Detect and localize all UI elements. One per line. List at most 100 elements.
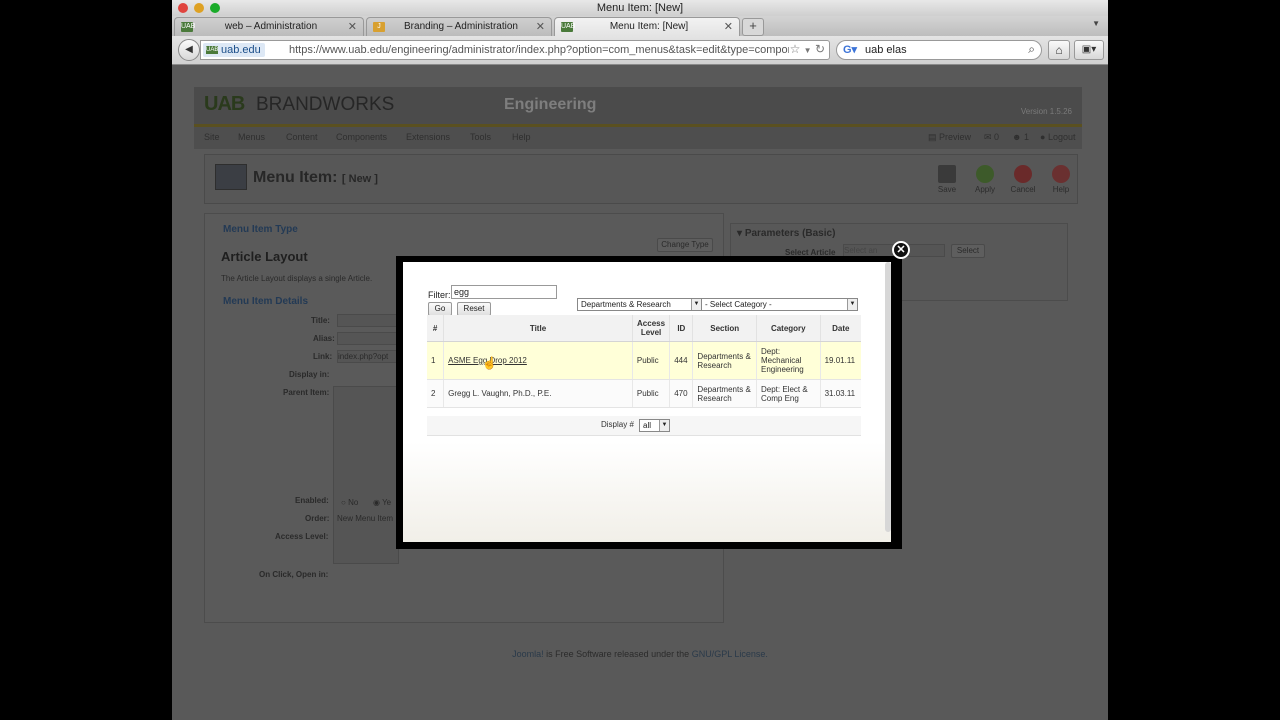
site-header: UAB BRANDWORKS Engineering Version 1.5.2… xyxy=(194,87,1082,127)
menu-components[interactable]: Components xyxy=(336,132,387,142)
save-button[interactable]: Save xyxy=(930,165,964,194)
users-icon: ☻ xyxy=(1012,132,1024,142)
uab-favicon-icon: UAB xyxy=(181,22,196,32)
menu-item-icon xyxy=(215,164,247,190)
url-dropdown-icon[interactable]: ▼ xyxy=(804,46,812,55)
row-id: 444 xyxy=(669,341,694,380)
alias-input[interactable] xyxy=(337,332,399,345)
gpl-license-link[interactable]: GNU/GPL License. xyxy=(692,649,768,659)
column-header-section[interactable]: Section xyxy=(692,315,757,342)
column-header-id[interactable]: ID xyxy=(669,315,694,342)
layout-title: Article Layout xyxy=(221,249,308,264)
parent-item-list[interactable] xyxy=(333,386,399,564)
menu-item-details-label: Menu Item Details xyxy=(223,296,309,307)
logout-link[interactable]: ● Logout xyxy=(1040,132,1075,142)
minimize-window-button[interactable] xyxy=(194,3,204,13)
column-header-date[interactable]: Date xyxy=(820,315,861,342)
category-select[interactable]: - Select Category - ▼ xyxy=(701,298,858,311)
enabled-no-radio[interactable]: ○ No xyxy=(341,498,358,507)
uab-favicon-icon: UAB xyxy=(206,46,219,54)
filter-label: Filter: xyxy=(428,290,451,300)
article-select-modal: Filter: egg Go Reset Departments & Resea… xyxy=(396,256,902,549)
back-button[interactable]: ◀ xyxy=(178,39,200,61)
site-identity-button[interactable]: UAB uab.edu xyxy=(203,43,265,57)
cancel-icon xyxy=(1014,165,1032,183)
menu-menus[interactable]: Menus xyxy=(238,132,265,142)
home-button[interactable]: ⌂ xyxy=(1048,40,1070,60)
article-title-link[interactable]: Gregg L. Vaughn, Ph.D., P.E. xyxy=(448,389,551,398)
url-bar[interactable]: UAB uab.edu https://www.uab.edu/engineer… xyxy=(200,40,830,60)
title-input[interactable] xyxy=(337,314,399,327)
row-access: Public xyxy=(632,379,671,408)
column-header-title[interactable]: Title xyxy=(443,315,633,342)
tab-close-icon[interactable]: ✕ xyxy=(724,18,733,36)
new-tab-button[interactable]: + xyxy=(742,18,764,36)
tab-close-icon[interactable]: ✕ xyxy=(536,18,545,36)
bookmark-star-icon[interactable]: ☆ xyxy=(790,42,801,56)
parameters-basic-header[interactable]: ▾ Parameters (Basic) xyxy=(737,228,835,239)
tab-menu-item-new[interactable]: UAB Menu Item: [New] ✕ xyxy=(554,17,740,36)
enabled-label: Enabled: xyxy=(295,496,329,505)
menu-help[interactable]: Help xyxy=(512,132,531,142)
tab-web-administration[interactable]: UAB web – Administration ✕ xyxy=(174,17,364,36)
display-count-select[interactable]: all ▼ xyxy=(639,419,670,432)
menu-extensions[interactable]: Extensions xyxy=(406,132,450,142)
go-button[interactable]: Go xyxy=(428,302,452,316)
messages-link[interactable]: ✉ 0 xyxy=(984,132,999,143)
mouse-pointer-icon: ☝ xyxy=(482,356,497,370)
page-toolbar: Menu Item: [ New ] Save Apply Cancel Hel… xyxy=(204,154,1078,204)
link-input[interactable]: index.php?opt xyxy=(337,350,399,363)
row-access: Public xyxy=(632,341,671,380)
apply-button[interactable]: Apply xyxy=(968,165,1002,194)
row-section: Departments & Research xyxy=(692,379,757,408)
zoom-window-button[interactable] xyxy=(210,3,220,13)
home-icon: ⌂ xyxy=(1055,43,1063,57)
modal-scrollbar[interactable] xyxy=(885,262,891,532)
tab-branding-administration[interactable]: J Branding – Administration ✕ xyxy=(366,17,552,36)
column-header-number[interactable]: # xyxy=(427,315,445,342)
users-online-link[interactable]: ☻ 1 xyxy=(1012,132,1029,142)
chevron-down-icon: ▼ xyxy=(659,420,669,431)
tab-label: Branding – Administration xyxy=(404,21,518,32)
change-type-button[interactable]: Change Type xyxy=(657,238,713,252)
preview-link[interactable]: ▤ Preview xyxy=(928,132,971,143)
display-count-label: Display # xyxy=(601,420,634,429)
search-icon[interactable]: ⌕ xyxy=(1028,42,1035,57)
alias-label: Alias: xyxy=(313,334,335,343)
parent-item-label: Parent Item: xyxy=(283,388,330,397)
bookmarks-button[interactable]: ▣▾ xyxy=(1074,40,1104,60)
help-lifebuoy-icon xyxy=(1052,165,1070,183)
help-button[interactable]: Help xyxy=(1044,165,1078,194)
modal-close-button[interactable]: ✕ xyxy=(892,241,910,259)
menu-site[interactable]: Site xyxy=(204,132,220,142)
close-window-button[interactable] xyxy=(178,3,188,13)
column-header-access-level[interactable]: Access Level xyxy=(632,315,671,342)
menu-tools[interactable]: Tools xyxy=(470,132,491,142)
tab-label: web – Administration xyxy=(224,21,318,32)
select-article-button[interactable]: Select xyxy=(951,244,985,258)
section-select[interactable]: Departments & Research ▼ xyxy=(577,298,702,311)
link-label: Link: xyxy=(313,352,333,361)
row-section: Departments & Research xyxy=(692,341,757,380)
menu-content[interactable]: Content xyxy=(286,132,318,142)
bookmarks-icon: ▣▾ xyxy=(1081,44,1097,55)
display-in-label: Display in: xyxy=(289,370,330,379)
enabled-yes-radio[interactable]: ◉ Ye xyxy=(373,498,391,507)
search-box[interactable]: G▾ uab elas ⌕ xyxy=(836,40,1042,60)
reload-icon[interactable]: ↻ xyxy=(815,42,825,56)
menu-item-type-label: Menu Item Type xyxy=(223,224,298,235)
joomla-link[interactable]: Joomla! xyxy=(512,649,544,659)
cancel-button[interactable]: Cancel xyxy=(1006,165,1040,194)
filter-input[interactable]: egg xyxy=(451,285,557,299)
row-id: 470 xyxy=(669,379,694,408)
column-header-category[interactable]: Category xyxy=(756,315,821,342)
tab-bar: UAB web – Administration ✕ J Branding – … xyxy=(172,16,1108,37)
footer-text: is Free Software released under the xyxy=(543,649,692,659)
row-date: 19.01.11 xyxy=(820,341,861,380)
tab-close-icon[interactable]: ✕ xyxy=(348,18,357,36)
table-row: 2 Gregg L. Vaughn, Ph.D., P.E. Public 47… xyxy=(427,379,861,408)
reset-button[interactable]: Reset xyxy=(457,302,491,316)
tab-list-icon[interactable]: ▼ xyxy=(1092,19,1100,28)
google-icon[interactable]: G▾ xyxy=(843,43,857,56)
site-name: Engineering xyxy=(504,96,597,113)
